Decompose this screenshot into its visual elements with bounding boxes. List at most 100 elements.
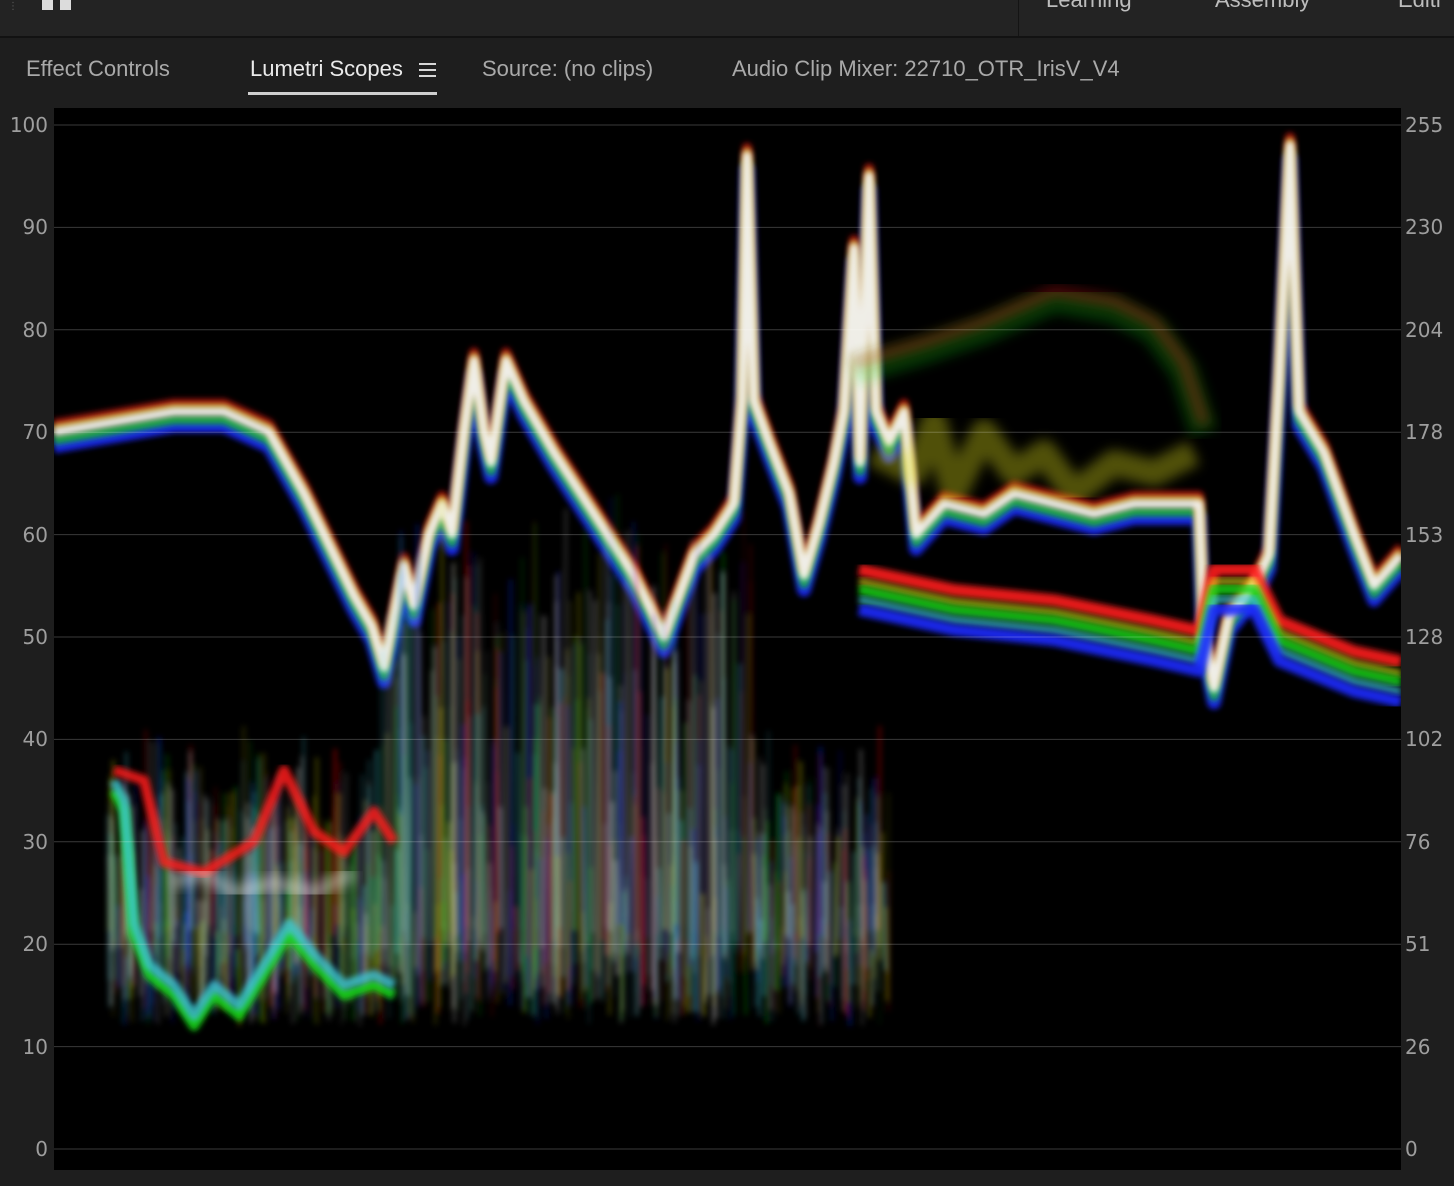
scale-label-left: 50 <box>22 625 48 649</box>
noise-stroke <box>408 613 413 998</box>
noise-stroke <box>567 854 571 968</box>
scale-label-right: 128 <box>1405 625 1444 649</box>
scale-label-left: 30 <box>22 829 48 854</box>
workspace-tab-learning[interactable]: Learning <box>1046 0 1132 13</box>
scale-label-right: 51 <box>1405 932 1431 957</box>
noise-stroke <box>262 753 266 942</box>
noise-stroke <box>671 885 674 958</box>
noise-stroke <box>445 821 451 947</box>
noise-stroke <box>593 600 598 1000</box>
workspace-bar: ⋮ Learning Assembly Editi <box>0 0 1454 38</box>
noise-stroke <box>360 885 366 1017</box>
noise-stroke <box>765 820 769 1024</box>
scale-label-right: 76 <box>1405 829 1431 854</box>
noise-stroke <box>773 871 779 949</box>
tab-audio-clip-mixer[interactable]: Audio Clip Mixer: 22710_OTR_IrisV_V4 <box>732 56 1120 82</box>
noise-stroke <box>459 818 462 1000</box>
scale-label-left: 60 <box>22 522 48 547</box>
noise-stroke <box>778 892 782 992</box>
scale-label-left: 0 <box>35 1137 48 1161</box>
noise-stroke <box>713 593 718 1019</box>
scale-label-left: 10 <box>22 1034 48 1059</box>
noise-stroke <box>359 774 364 954</box>
noise-stroke <box>573 636 577 932</box>
noise-stroke <box>493 901 498 972</box>
noise-stroke <box>799 761 804 939</box>
noise-stroke <box>659 696 664 960</box>
noise-stroke <box>486 863 491 967</box>
noise-stroke <box>227 805 230 941</box>
noise-stroke <box>692 860 698 1012</box>
noise-stroke <box>245 802 249 993</box>
tab-effect-controls[interactable]: Effect Controls <box>26 56 170 82</box>
noise-stroke <box>747 762 752 931</box>
noise-stroke <box>680 840 686 1016</box>
noise-stroke <box>771 840 775 1011</box>
panel-grip-icon[interactable]: ⋮ <box>8 2 18 12</box>
noise-stroke <box>636 930 638 1014</box>
pause-icon <box>42 0 72 10</box>
noise-stroke <box>335 793 340 926</box>
noise-stroke <box>616 750 621 925</box>
noise-stroke <box>769 917 774 987</box>
noise-stroke <box>846 881 851 1003</box>
scale-label-left: 100 <box>9 113 48 137</box>
scale-label-right: 230 <box>1405 215 1444 240</box>
scale-label-left: 70 <box>22 420 48 445</box>
noise-stroke <box>234 786 238 936</box>
workspace-divider <box>1018 0 1019 36</box>
noise-stroke <box>147 875 150 1014</box>
noise-stroke <box>120 841 124 948</box>
noise-stroke <box>428 670 433 945</box>
noise-stroke <box>851 851 856 985</box>
scale-label-left: 80 <box>22 317 48 342</box>
noise-stroke <box>884 907 889 1001</box>
noise-stroke <box>871 904 875 1006</box>
hamburger-menu-icon[interactable] <box>419 63 437 77</box>
noise-stroke <box>116 905 121 988</box>
noise-stroke <box>468 715 474 1011</box>
scale-label-left: 20 <box>22 932 48 957</box>
waveform-scope <box>54 108 1401 1170</box>
scope-noise <box>106 494 890 1027</box>
active-tab-indicator <box>248 92 437 95</box>
scale-label-right: 0 <box>1405 1137 1418 1161</box>
noise-stroke <box>310 829 314 936</box>
noise-stroke <box>720 571 725 1019</box>
waveform-plot <box>54 124 1401 1150</box>
noise-stroke <box>377 821 380 997</box>
tab-source[interactable]: Source: (no clips) <box>482 56 653 82</box>
scale-label-left: 40 <box>22 727 48 752</box>
scale-label-right: 255 <box>1405 113 1444 137</box>
workspace-tab-editing[interactable]: Editi <box>1398 0 1441 13</box>
noise-stroke <box>701 893 706 1017</box>
noise-stroke <box>732 599 736 1015</box>
noise-stroke <box>181 836 185 951</box>
noise-stroke <box>845 773 849 954</box>
workspace-tab-assembly[interactable]: Assembly <box>1215 0 1310 13</box>
noise-stroke <box>739 562 744 950</box>
noise-stroke <box>512 823 515 931</box>
cluster-yellow <box>868 409 1200 507</box>
noise-stroke <box>761 764 765 959</box>
noise-stroke <box>633 804 637 959</box>
noise-stroke <box>862 856 865 1012</box>
noise-stroke <box>580 644 584 1000</box>
noise-stroke <box>191 791 197 930</box>
noise-stroke <box>449 630 453 932</box>
scale-label-right: 26 <box>1405 1034 1431 1059</box>
noise-stroke <box>618 701 624 926</box>
noise-stroke <box>504 727 508 983</box>
tab-lumetri-scopes[interactable]: Lumetri Scopes <box>250 56 403 82</box>
noise-stroke <box>225 861 229 958</box>
noise-stroke <box>536 858 540 992</box>
noise-stroke <box>508 579 512 1006</box>
scope-traces <box>54 132 1401 1031</box>
noise-stroke <box>641 816 646 985</box>
noise-stroke <box>231 866 235 945</box>
noise-stroke <box>647 878 650 976</box>
noise-stroke <box>514 906 519 971</box>
noise-stroke <box>753 913 756 1008</box>
noise-stroke <box>440 901 445 971</box>
noise-stroke <box>139 830 143 997</box>
